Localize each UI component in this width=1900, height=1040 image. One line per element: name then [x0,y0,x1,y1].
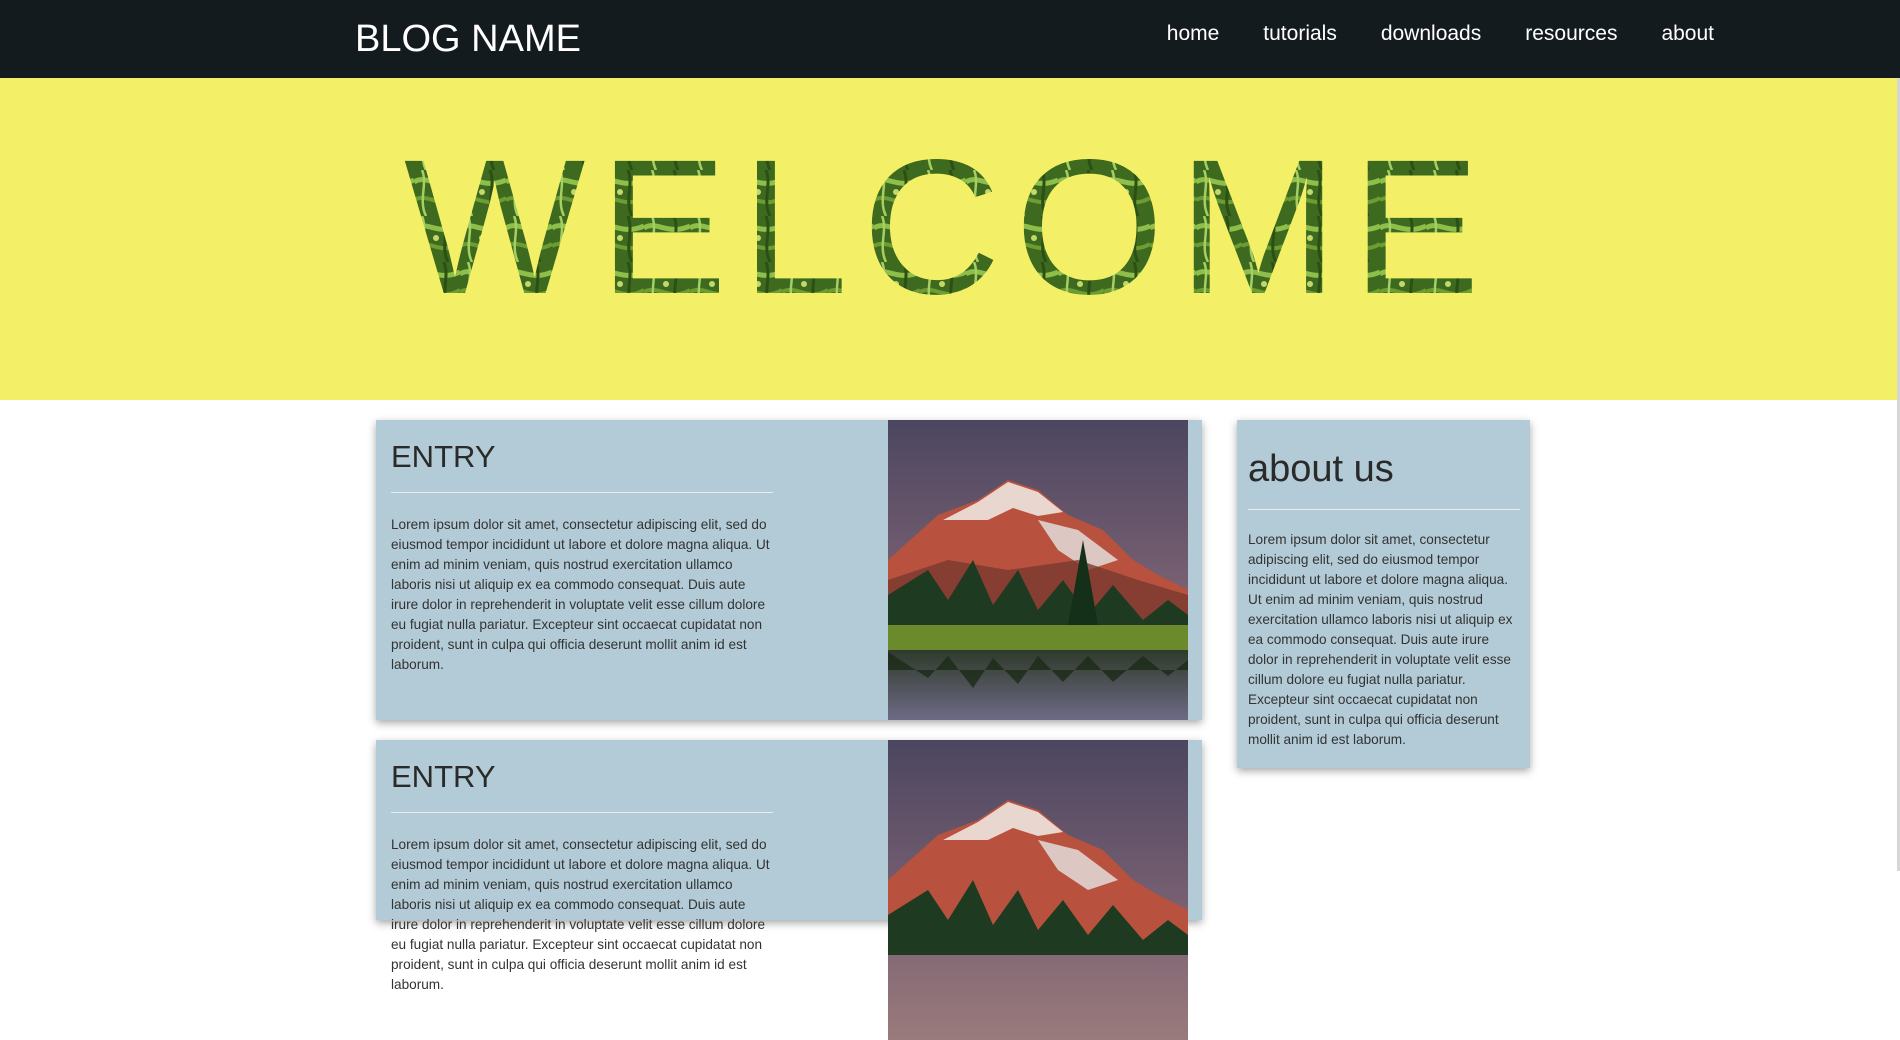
entry-body: Lorem ipsum dolor sit amet, consectetur … [391,517,770,672]
hero-welcome-title: WELCOME [404,119,1494,334]
mountain-lake-image [888,740,1188,1040]
top-navbar: BLOG NAME home tutorials downloads resou… [0,0,1900,78]
about-divider [1248,509,1520,510]
entry-divider [391,492,773,493]
nav-downloads[interactable]: downloads [1381,22,1481,46]
nav-resources[interactable]: resources [1525,22,1617,46]
blog-brand[interactable]: BLOG NAME [355,17,581,61]
entry-title[interactable]: ENTRY [391,439,496,475]
entry-title[interactable]: ENTRY [391,759,496,795]
nav-home[interactable]: home [1167,22,1220,46]
about-title: about us [1248,448,1394,490]
mountain-lake-image [888,420,1188,720]
about-sidebar: about us Lorem ipsum dolor sit amet, con… [1237,420,1530,768]
entry-card: ENTRY Lorem ipsum dolor sit amet, consec… [376,740,1202,1040]
entry-card: ENTRY Lorem ipsum dolor sit amet, consec… [376,420,1202,720]
nav-tutorials[interactable]: tutorials [1263,22,1337,46]
entry-body: Lorem ipsum dolor sit amet, consectetur … [391,837,770,992]
about-body: Lorem ipsum dolor sit amet, consectetur … [1248,532,1513,747]
hero-welcome-svg: WELCOME [404,119,1494,334]
entry-divider [391,812,773,813]
nav-about[interactable]: about [1661,22,1714,46]
nav-links: home tutorials downloads resources about [1167,22,1714,46]
hero-banner: WELCOME [0,78,1897,400]
